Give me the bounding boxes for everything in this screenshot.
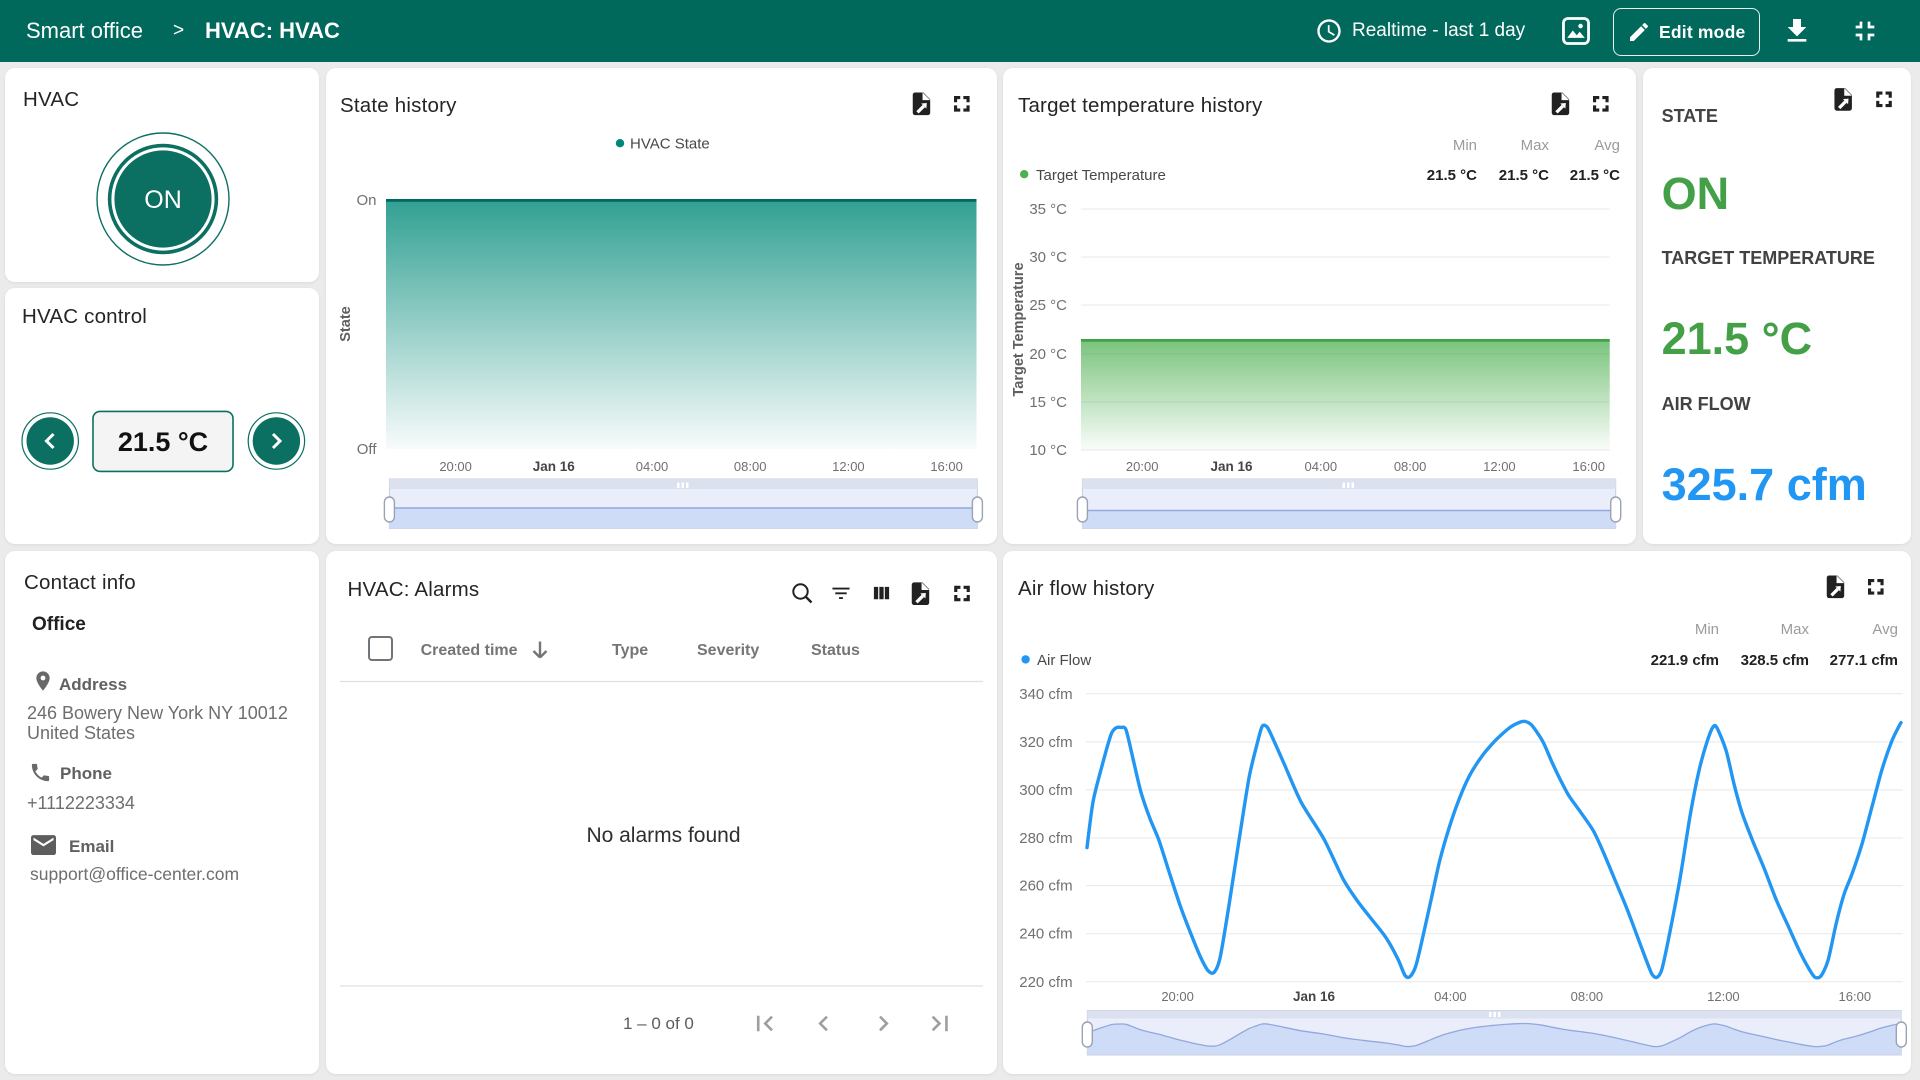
- svg-text:Air Flow: Air Flow: [1037, 652, 1091, 669]
- svg-text:Off: Off: [357, 441, 378, 458]
- svg-text:HVAC State: HVAC State: [630, 136, 710, 153]
- svg-text:300 cfm: 300 cfm: [1019, 782, 1072, 799]
- svg-text:Jan 16: Jan 16: [533, 459, 576, 474]
- svg-text:21.5 °C: 21.5 °C: [118, 427, 208, 457]
- svg-text:280 cfm: 280 cfm: [1019, 830, 1072, 847]
- svg-text:240 cfm: 240 cfm: [1019, 926, 1072, 943]
- svg-text:08:00: 08:00: [1571, 989, 1604, 1004]
- svg-text:08:00: 08:00: [1394, 459, 1427, 474]
- svg-text:Severity: Severity: [697, 642, 759, 659]
- svg-text:No alarms found: No alarms found: [586, 824, 740, 847]
- svg-text:35 °C: 35 °C: [1029, 201, 1067, 218]
- svg-text:25 °C: 25 °C: [1029, 297, 1067, 314]
- svg-text:State: State: [338, 306, 354, 341]
- svg-text:320 cfm: 320 cfm: [1019, 734, 1072, 751]
- svg-text:16:00: 16:00: [1839, 989, 1872, 1004]
- svg-text:04:00: 04:00: [1434, 989, 1467, 1004]
- svg-text:21.5 °C: 21.5 °C: [1570, 167, 1620, 184]
- svg-text:1 – 0 of 0: 1 – 0 of 0: [623, 1014, 694, 1033]
- svg-text:Min: Min: [1453, 137, 1477, 154]
- svg-text:Created time: Created time: [421, 642, 518, 659]
- svg-text:08:00: 08:00: [734, 459, 767, 474]
- svg-text:12:00: 12:00: [832, 459, 865, 474]
- svg-text:30 °C: 30 °C: [1029, 249, 1067, 266]
- svg-text:340 cfm: 340 cfm: [1019, 686, 1072, 703]
- svg-text:Target Temperature: Target Temperature: [1011, 262, 1027, 396]
- svg-text:Target Temperature: Target Temperature: [1036, 167, 1166, 184]
- svg-text:20 °C: 20 °C: [1029, 346, 1067, 363]
- svg-text:12:00: 12:00: [1707, 989, 1740, 1004]
- svg-text:Min: Min: [1695, 621, 1719, 638]
- svg-text:21.5 °C: 21.5 °C: [1427, 167, 1477, 184]
- svg-text:Jan 16: Jan 16: [1293, 989, 1336, 1004]
- svg-text:328.5 cfm: 328.5 cfm: [1741, 652, 1809, 669]
- svg-text:21.5 °C: 21.5 °C: [1499, 167, 1549, 184]
- svg-text:277.1 cfm: 277.1 cfm: [1830, 652, 1898, 669]
- svg-text:16:00: 16:00: [1572, 459, 1605, 474]
- svg-text:16:00: 16:00: [930, 459, 963, 474]
- svg-text:15 °C: 15 °C: [1029, 394, 1067, 411]
- svg-text:On: On: [356, 192, 376, 209]
- svg-text:260 cfm: 260 cfm: [1019, 878, 1072, 895]
- svg-text:20:00: 20:00: [1126, 459, 1159, 474]
- svg-text:221.9 cfm: 221.9 cfm: [1651, 652, 1719, 669]
- svg-text:Max: Max: [1521, 137, 1550, 154]
- svg-text:20:00: 20:00: [439, 459, 472, 474]
- svg-text:04:00: 04:00: [1305, 459, 1338, 474]
- svg-text:Jan 16: Jan 16: [1210, 459, 1253, 474]
- svg-text:04:00: 04:00: [636, 459, 669, 474]
- svg-text:Status: Status: [811, 642, 860, 659]
- svg-text:220 cfm: 220 cfm: [1019, 974, 1072, 991]
- svg-text:Type: Type: [612, 642, 648, 659]
- svg-text:Avg: Avg: [1872, 621, 1898, 638]
- svg-text:Max: Max: [1781, 621, 1810, 638]
- svg-text:10 °C: 10 °C: [1029, 442, 1067, 459]
- svg-text:ON: ON: [144, 186, 182, 214]
- svg-text:Avg: Avg: [1594, 137, 1620, 154]
- svg-text:20:00: 20:00: [1161, 989, 1194, 1004]
- svg-text:12:00: 12:00: [1483, 459, 1516, 474]
